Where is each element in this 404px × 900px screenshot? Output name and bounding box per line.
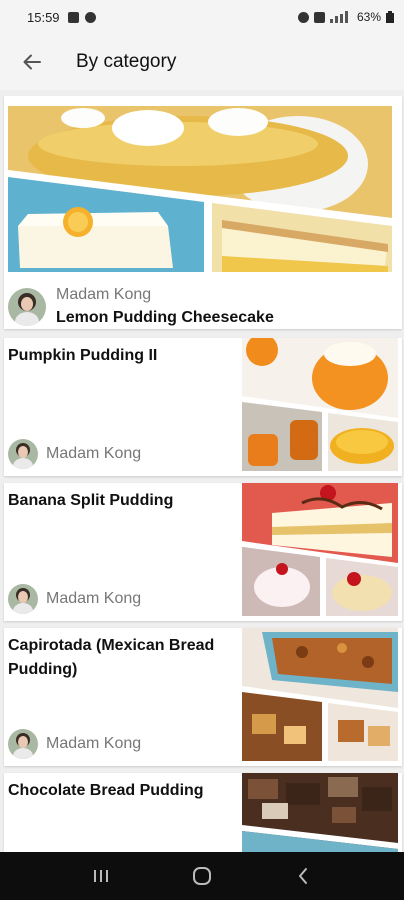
signal-icon [329,11,348,23]
status-time: 15:59 [27,9,60,25]
recipe-card[interactable]: Pumpkin Pudding II Madam Kong [4,338,402,476]
system-navigation-bar [0,852,404,900]
recipe-photo-collage [242,628,398,761]
recipe-photo-collage [242,338,398,471]
recent-apps-button[interactable] [81,856,121,896]
author-row: Madam Kong [8,439,141,469]
system-back-button[interactable] [283,856,323,896]
home-icon [192,867,211,885]
author-name: Madam Kong [46,590,142,607]
gallery-notification-icon [67,11,79,23]
featured-recipe-card[interactable]: Madam Kong Lemon Pudding Cheesecake [4,96,402,329]
recipe-title: Capirotada (Mexican Bread Pudding) [8,637,215,678]
featured-author-name: Madam Kong [56,286,152,303]
back-button[interactable] [4,34,60,90]
recipe-list[interactable]: Madam Kong Lemon Pudding Cheesecake Pump… [0,96,404,852]
author-avatar[interactable] [8,729,38,759]
author-avatar[interactable] [8,584,38,614]
page-title: By category [76,51,177,72]
recent-apps-icon [93,870,108,882]
recipe-card[interactable]: Banana Split Pudding Madam Kong [4,483,402,621]
author-name: Madam Kong [46,735,142,752]
author-row: Madam Kong [8,584,141,614]
status-bar: 15:59 63% [0,0,404,34]
recipe-card[interactable]: Chocolate Bread Pudding [4,773,402,852]
arrow-left-icon [23,54,41,70]
featured-recipe-title: Lemon Pudding Cheesecake [56,309,274,326]
author-avatar[interactable] [8,439,38,469]
recipe-title: Chocolate Bread Pudding [8,782,204,799]
battery-percent: 63% [356,10,381,24]
author-row: Madam Kong [8,729,141,759]
battery-icon [386,11,394,23]
alarm-icon [297,11,309,23]
author-name: Madam Kong [46,445,142,462]
back-icon [299,868,308,884]
recipe-title: Pumpkin Pudding II [8,347,158,364]
recipe-photo-collage [8,106,392,272]
featured-author-row: Madam Kong Lemon Pudding Cheesecake [8,286,274,327]
home-button[interactable] [182,856,222,896]
recipe-photo-collage [242,773,398,852]
author-avatar[interactable] [8,287,46,326]
recipe-card[interactable]: Capirotada (Mexican Bread Pudding) Madam… [4,628,402,766]
app-bar: By category [0,34,404,90]
recipe-photo-collage [242,483,398,616]
recipe-title: Banana Split Pudding [8,492,174,509]
app-notification-icon [84,11,96,23]
wifi-icon [313,11,325,23]
